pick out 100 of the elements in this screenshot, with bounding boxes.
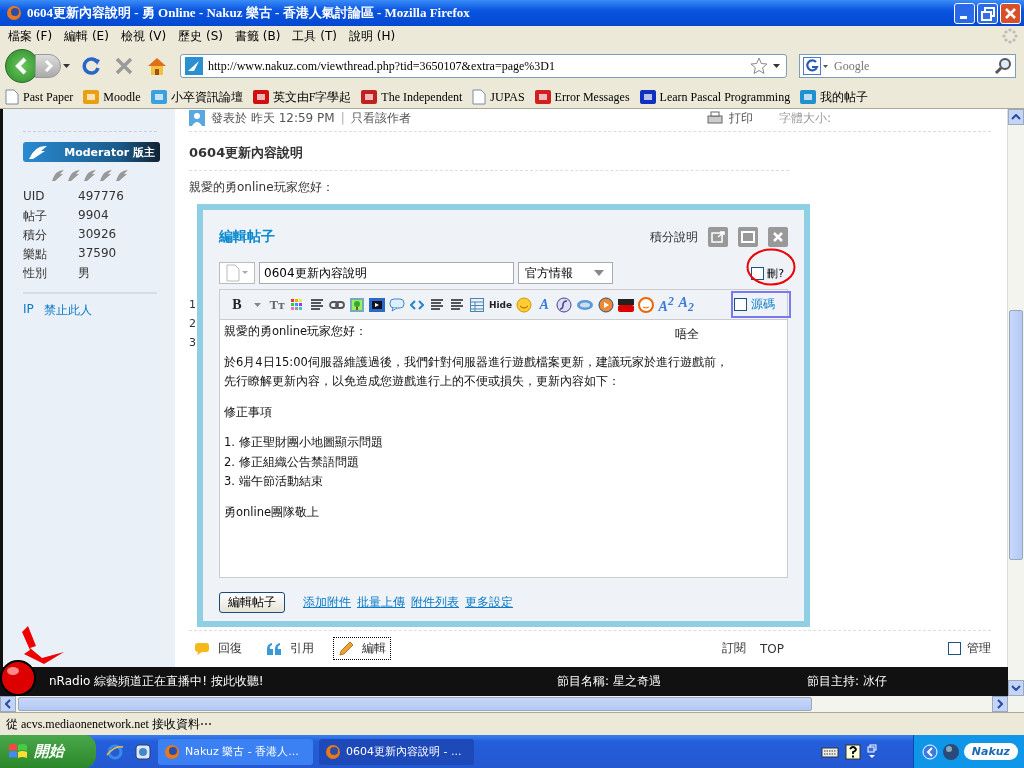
bold-button[interactable]: B <box>228 294 246 315</box>
scrollbar-thumb[interactable] <box>1009 310 1023 560</box>
print-link[interactable]: 打印 <box>728 109 753 127</box>
home-icon[interactable] <box>146 56 168 76</box>
start-button[interactable]: 開始 <box>0 735 96 768</box>
table-icon[interactable] <box>470 297 484 312</box>
attachment-link[interactable]: 更多設定 <box>465 594 513 611</box>
scrollbar-thumb[interactable] <box>18 697 812 711</box>
attachment-link[interactable]: 添加附件 <box>303 594 351 611</box>
message-text-area[interactable]: 親愛的勇online玩家您好： 於6月4日15:00伺服器維護過後，我們針對伺服器進行遊戲檔案更新，建議玩家於進行遊戲前， 先行瞭解更新內容，以免造成您遊戲進行上的不便或損失，更新內容如下： 修正事項 1. 修正聖財團小地圖顯示問題 2. 修正組織公告禁語問題 3. 端午節活動結束 勇online團隊敬上 唔全 <box>220 320 787 577</box>
chain-link-icon[interactable] <box>329 299 345 310</box>
close-button[interactable] <box>1000 2 1021 24</box>
address-field[interactable]: http://www.nakuz.com/viewthread.php?tid=3650107&extra=page%3D1 <box>208 58 745 74</box>
search-icon[interactable] <box>994 57 1012 75</box>
bookmark-link[interactable]: Moodle <box>103 89 141 105</box>
chevron-icon[interactable] <box>921 743 938 760</box>
user-action-link[interactable]: IP <box>23 302 34 319</box>
color-grid-icon[interactable] <box>291 298 303 311</box>
keyboard-icon[interactable] <box>820 744 839 759</box>
align-lines-icon[interactable] <box>310 298 324 311</box>
checkbox[interactable] <box>734 298 747 311</box>
options-icon[interactable] <box>866 743 877 760</box>
close-icon[interactable] <box>1005 7 1016 19</box>
scroll-left-icon[interactable] <box>0 696 16 712</box>
menu-item[interactable]: 說明 (H) <box>347 27 406 45</box>
pencil-icon[interactable] <box>338 640 354 657</box>
help-icon[interactable] <box>844 743 861 760</box>
bird-logo-icon <box>27 143 49 161</box>
flag-logo-icon[interactable] <box>8 742 28 761</box>
author-only-link[interactable]: 只看該作者 <box>350 109 411 127</box>
picture-icon[interactable] <box>350 297 364 312</box>
help-link[interactable]: 積分說明 <box>650 228 698 246</box>
vertical-scrollbar[interactable] <box>1007 109 1024 696</box>
browser-logo-icon[interactable] <box>325 743 341 760</box>
menu-item[interactable]: 編輯 (E) <box>62 27 119 45</box>
radio-banner[interactable]: nRadio 綜藝頻道正在直播中! 按此收聽! 節目名稱: 星之奇遇 節目主持: 冰仔 <box>3 667 1008 696</box>
radio-message[interactable]: nRadio 綜藝頻道正在直播中! 按此收聽! <box>49 673 557 690</box>
scroll-up-icon[interactable] <box>1008 109 1024 125</box>
bookmark-link[interactable]: Error Messages <box>554 89 630 105</box>
indent-icon[interactable] <box>450 298 464 311</box>
superscript-button[interactable]: A$^{2}$ <box>657 294 676 315</box>
checkbox[interactable] <box>751 266 765 280</box>
scroll-down-icon[interactable] <box>1008 680 1024 696</box>
user-action-link[interactable]: 禁止此人 <box>43 302 92 319</box>
caret-icon[interactable] <box>773 64 780 68</box>
font-button[interactable]: A <box>535 294 554 315</box>
scroll-right-icon[interactable] <box>992 696 1008 712</box>
menu-item[interactable]: 歷史 (S) <box>176 27 234 45</box>
top-link[interactable]: TOP <box>760 641 784 656</box>
search-engine-icon[interactable] <box>803 57 829 75</box>
subject-field[interactable]: 0604更新內容說明 <box>259 262 514 284</box>
minimize-button[interactable] <box>954 2 975 24</box>
flash-icon[interactable] <box>556 296 573 313</box>
edit-link[interactable]: 編輯 <box>333 637 391 660</box>
horizontal-scrollbar[interactable] <box>0 696 1024 712</box>
menu-item[interactable]: 書籤 (B) <box>233 27 291 45</box>
bookmark-link[interactable]: 我的帖子 <box>820 88 869 106</box>
star-icon[interactable] <box>750 57 768 75</box>
desktop-icon[interactable] <box>134 742 152 761</box>
bookmark-link[interactable]: JUPAS <box>490 89 525 105</box>
bookmark-link[interactable]: Past Paper <box>23 89 74 105</box>
bookmark-link[interactable]: The Independent <box>381 89 463 105</box>
stop-icon[interactable] <box>114 56 134 76</box>
stat-label: 積分 <box>23 227 48 242</box>
font-size-button[interactable]: Tт <box>268 294 286 315</box>
attachment-link[interactable]: 附件列表 <box>411 594 459 611</box>
subscribe-link[interactable]: 訂閱 <box>722 640 746 657</box>
submit-button[interactable]: 編輯帖子 <box>219 592 285 613</box>
browser-icon[interactable] <box>106 742 124 761</box>
subscript-button[interactable]: A$_{2}$ <box>677 294 696 315</box>
menu-item[interactable]: 工具 (T) <box>290 27 347 45</box>
taskbar-button[interactable]: Nakuz 樂古 - 香港人... <box>158 738 313 765</box>
minimize-icon[interactable] <box>960 15 967 19</box>
address-bar[interactable]: http://www.nakuz.com/viewthread.php?tid=3650107&extra=page%3D1 <box>180 54 787 78</box>
bookmark-link[interactable]: Learn Pascal Programming <box>659 89 791 105</box>
caret-icon[interactable] <box>63 64 70 68</box>
checkbox[interactable] <box>948 642 961 655</box>
numbered-list-icon[interactable] <box>430 298 444 311</box>
attachment-link[interactable]: 批量上傳 <box>357 594 405 611</box>
category-dropdown[interactable]: 官方情報 <box>518 262 613 284</box>
video-logo-icon[interactable] <box>618 296 635 313</box>
player-icon[interactable] <box>598 296 615 313</box>
hide-button[interactable]: Hide <box>488 294 514 315</box>
film-icon[interactable] <box>369 297 385 312</box>
code-brackets-icon[interactable] <box>410 299 424 310</box>
reply-link[interactable]: 回復 <box>189 637 247 660</box>
globe-icon[interactable] <box>941 742 960 761</box>
reload-icon[interactable] <box>82 56 102 76</box>
stat-value: 30926 <box>78 227 117 242</box>
menu-item[interactable]: 檢視 (V) <box>118 27 177 45</box>
taskbar-button[interactable]: 0604更新內容說明 - ... <box>319 738 474 765</box>
menu-item[interactable]: 檔案 (F) <box>6 27 63 45</box>
search-box[interactable]: Google <box>799 54 1016 78</box>
site-icon <box>185 57 203 75</box>
smiley-icon[interactable] <box>516 296 533 313</box>
quote-link[interactable]: 引用 <box>261 637 319 660</box>
bookmark-link[interactable]: 英文由F字學起 <box>272 88 352 106</box>
browser-logo-icon[interactable] <box>164 743 180 760</box>
quote-marks-icon[interactable] <box>266 641 282 656</box>
bookmark-link[interactable]: 小卒資訊論壇 <box>170 88 243 106</box>
